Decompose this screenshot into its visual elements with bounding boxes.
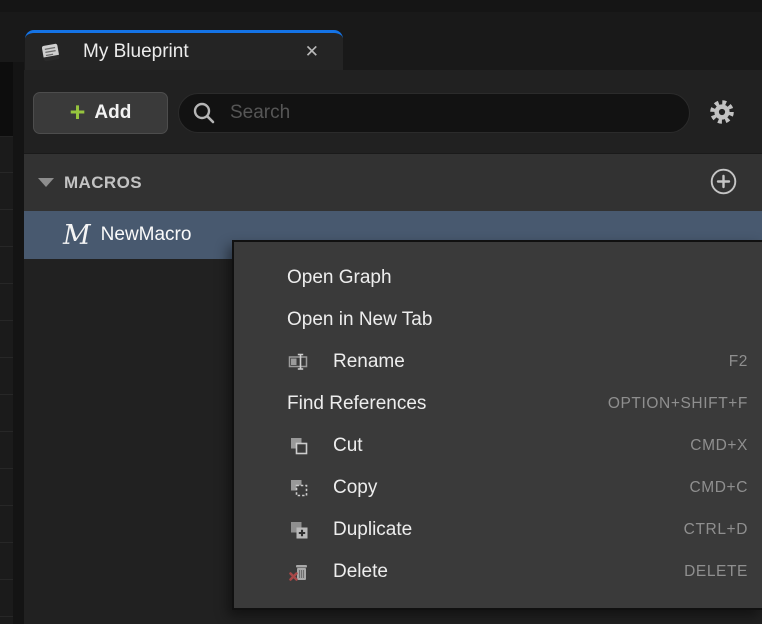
background-panel-edge [0,62,13,624]
search-input[interactable] [228,101,689,125]
search-box[interactable] [178,93,690,133]
panel-divider [13,62,24,624]
menu-item-shortcut: F2 [729,353,748,371]
menu-item-cut[interactable]: Cut CMD+X [234,425,762,467]
macros-section-header[interactable]: MACROS [24,153,762,211]
menu-item-label: Delete [333,561,388,583]
magnifier-icon [192,101,216,125]
triangle-down-icon[interactable] [38,178,54,187]
cut-icon [287,434,311,458]
context-menu: Open Graph Open in New Tab Rename F2 Fin… [232,240,762,610]
delete-icon [287,560,311,584]
menu-item-label: Copy [333,477,377,499]
background-panel-dark-rows [0,62,13,137]
copy-icon [287,476,311,500]
menu-item-label: Rename [333,351,405,373]
menu-item-shortcut: CMD+C [689,479,748,497]
my-blueprint-panel: My Blueprint ✕ + Add [0,0,762,624]
tab-my-blueprint[interactable]: My Blueprint ✕ [25,30,343,70]
menu-item-delete[interactable]: Delete DELETE [234,551,762,593]
duplicate-icon [287,518,311,542]
menu-item-label: Cut [333,435,363,457]
menu-item-shortcut: CMD+X [690,437,748,455]
plus-icon: + [70,99,86,125]
add-button[interactable]: + Add [33,92,168,134]
plus-circle-icon[interactable] [709,167,738,196]
menu-item-label: Open in New Tab [287,309,432,331]
gear-icon[interactable] [707,97,737,127]
window-top-strip [0,0,762,12]
add-button-label: Add [94,102,131,124]
rename-icon [287,350,311,374]
menu-item-find-references[interactable]: Find References OPTION+SHIFT+F [234,383,762,425]
menu-item-shortcut: DELETE [684,563,748,581]
menu-item-open-graph[interactable]: Open Graph [234,257,762,299]
macro-m-icon: M [63,222,91,249]
menu-item-open-in-new-tab[interactable]: Open in New Tab [234,299,762,341]
book-icon [38,39,63,64]
menu-item-label: Duplicate [333,519,412,541]
menu-item-label: Find References [287,393,426,415]
menu-item-label: Open Graph [287,267,392,289]
tab-close-icon[interactable]: ✕ [305,33,319,70]
menu-item-shortcut: OPTION+SHIFT+F [608,395,748,413]
menu-item-rename[interactable]: Rename F2 [234,341,762,383]
tab-title: My Blueprint [83,41,189,63]
menu-item-duplicate[interactable]: Duplicate CTRL+D [234,509,762,551]
menu-item-copy[interactable]: Copy CMD+C [234,467,762,509]
macro-item-label: NewMacro [101,224,192,246]
menu-item-shortcut: CTRL+D [684,521,748,539]
macros-section-title: MACROS [64,173,142,193]
